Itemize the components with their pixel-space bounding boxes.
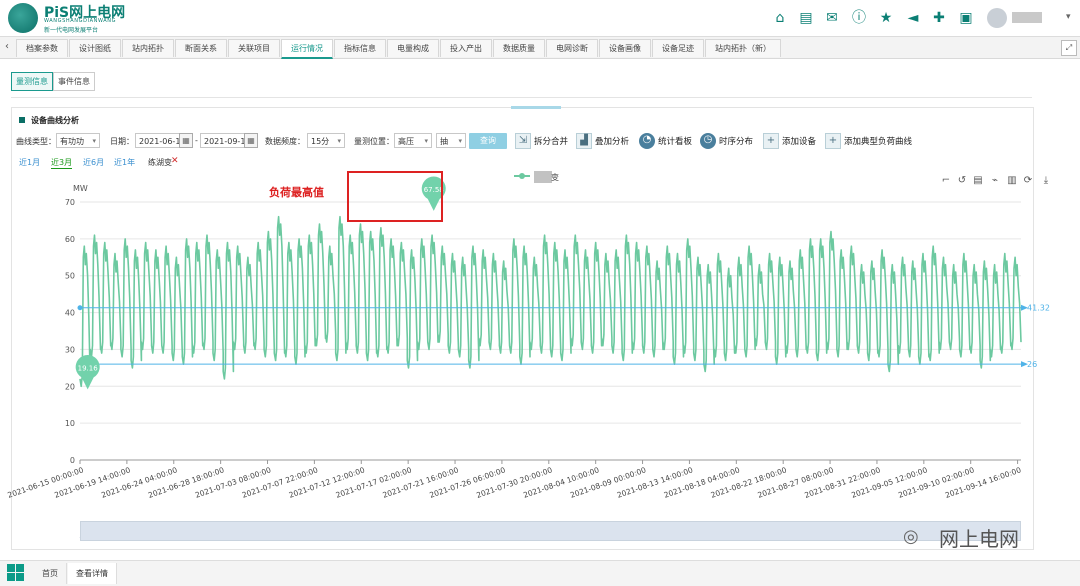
y-tick-label: 10: [65, 419, 75, 428]
footer-tab-details[interactable]: 查看详情: [68, 563, 117, 584]
load-series-line: [79, 215, 1022, 388]
y-tick-label: 50: [65, 272, 75, 281]
annotation-highlight-box: [347, 171, 443, 222]
watermark: ◎ 网上电网: [903, 523, 1019, 552]
footer-bar: [0, 560, 1080, 586]
wechat-icon: ◎: [903, 525, 919, 547]
y-tick-label: 70: [65, 198, 75, 207]
y-tick-label: 30: [65, 345, 75, 354]
y-tick-label: 40: [65, 309, 75, 318]
load-curve-chart[interactable]: 010203040506070MW2021-06-15 00:00:002021…: [0, 0, 1080, 585]
data-zoom-slider[interactable]: [80, 521, 1021, 541]
y-axis-label: MW: [73, 184, 88, 193]
mark-line-start: [77, 305, 83, 311]
x-tick-label: 2021-06-15 00:00:00: [6, 465, 84, 500]
annotation-label: 负荷最高值: [269, 186, 324, 199]
y-tick-label: 60: [65, 235, 75, 244]
y-tick-label: 20: [65, 382, 75, 391]
app-grid-icon[interactable]: [7, 564, 24, 581]
mark-line-label: 26: [1027, 360, 1037, 369]
footer-tab-home[interactable]: 首页: [34, 563, 67, 584]
mark-line-label: 41.32: [1027, 304, 1050, 313]
watermark-text: 网上电网: [939, 527, 1019, 551]
min-value-pin-label: 19.16: [78, 364, 99, 372]
y-tick-label: 0: [70, 456, 75, 465]
